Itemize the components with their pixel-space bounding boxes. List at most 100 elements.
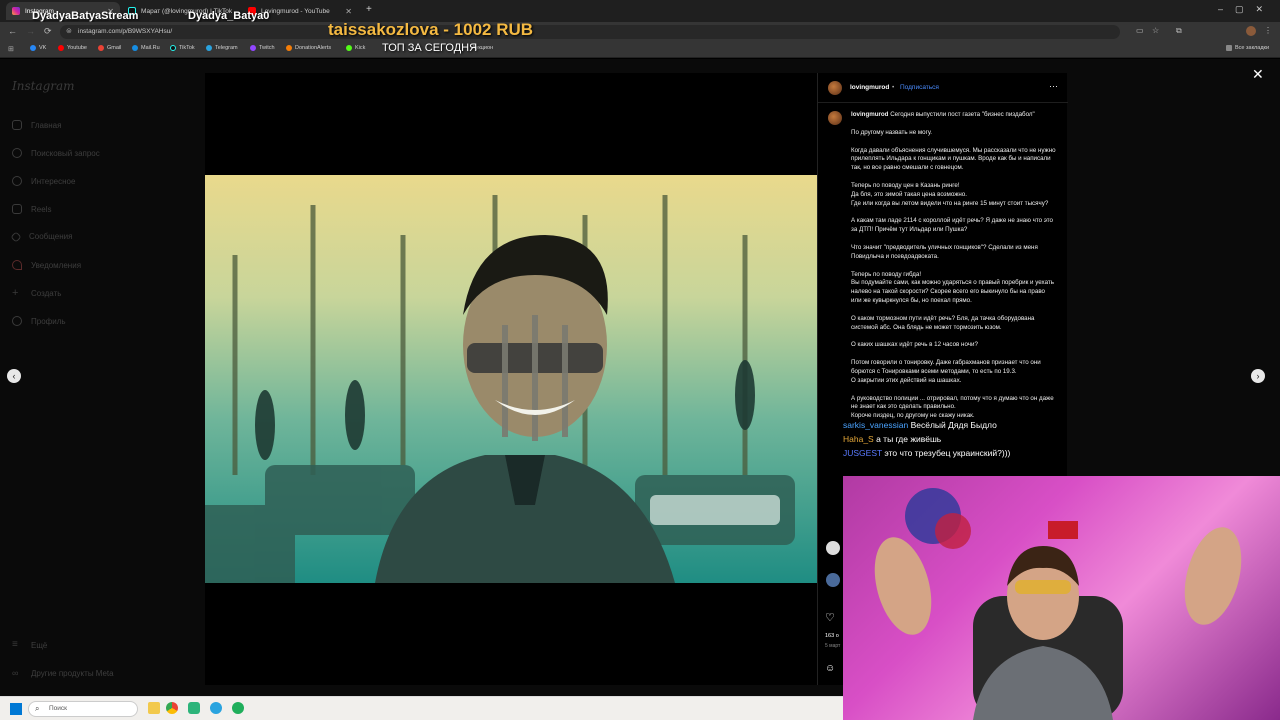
forward-icon[interactable]: → bbox=[26, 26, 35, 36]
profile-avatar[interactable] bbox=[1246, 26, 1256, 36]
nav-search[interactable]: Поисковый запрос bbox=[12, 148, 100, 158]
more-options-icon[interactable]: ··· bbox=[1049, 81, 1058, 91]
bookmark-youtube[interactable]: Youtube bbox=[58, 45, 87, 51]
streamer-webcam bbox=[843, 476, 1280, 720]
webcam-artwork bbox=[874, 488, 1242, 720]
caption-paragraph: А какам там ладе 2114 с короллой идёт ре… bbox=[851, 217, 1053, 234]
chat-message: JUSGEST это что трезубец украинский?))) bbox=[843, 448, 1011, 458]
tiktok-icon bbox=[170, 45, 176, 51]
post-image-artwork bbox=[205, 195, 795, 583]
taskbar-search-input[interactable]: ⌕ Поиск bbox=[28, 701, 138, 717]
home-icon bbox=[12, 120, 22, 130]
search-icon: ⌕ bbox=[35, 704, 40, 713]
address-bar: ← → ⟳ ⊜ instagram.com/p/B9WSXYAHsu/ ▭ ☆ … bbox=[0, 22, 1280, 42]
like-heart-icon[interactable]: ♡ bbox=[825, 611, 835, 624]
app-icon[interactable] bbox=[188, 702, 200, 714]
follow-button[interactable]: Подписаться bbox=[900, 84, 939, 91]
url-input[interactable]: ⊜ instagram.com/p/B9WSXYAHsu/ bbox=[60, 25, 1120, 39]
bookmark-donationalerts[interactable]: DonationAlerts bbox=[286, 45, 331, 51]
send-icon bbox=[10, 230, 22, 243]
bookmark-vk[interactable]: VK bbox=[30, 45, 46, 51]
nav-messages[interactable]: Сообщения bbox=[10, 230, 72, 243]
twitch-icon bbox=[250, 45, 256, 51]
stream-channel-name-secondary: Dyadya_Batya0 bbox=[188, 10, 270, 22]
post-caption: lovingmurod Сегодня выпустили пост газет… bbox=[851, 111, 1056, 430]
bookmark-kick[interactable]: Kick bbox=[346, 45, 365, 51]
mailru-icon bbox=[132, 45, 138, 51]
caption-paragraph: По другому назвать не могу. bbox=[851, 128, 933, 136]
emoji-icon[interactable]: ☺ bbox=[825, 663, 835, 674]
next-post-button[interactable]: › bbox=[1251, 369, 1265, 383]
nav-meta[interactable]: ∞ Другие продукты Meta bbox=[12, 668, 114, 678]
donation-alert: taissakozlova - 1002 RUB bbox=[328, 20, 534, 39]
bookmark-tiktok[interactable]: TikTok bbox=[170, 45, 195, 51]
nav-reels[interactable]: Reels bbox=[12, 204, 51, 214]
donationalerts-icon bbox=[286, 45, 292, 51]
telegram-icon bbox=[206, 45, 212, 51]
gmail-icon bbox=[98, 45, 104, 51]
telegram-icon[interactable] bbox=[210, 702, 222, 714]
menu-icon[interactable]: ⋮ bbox=[1264, 26, 1272, 35]
profile-icon bbox=[12, 316, 22, 326]
windows-taskbar: ⌕ Поиск bbox=[0, 696, 843, 720]
author-username[interactable]: lovingmurod bbox=[850, 84, 889, 91]
nav-home[interactable]: Главная bbox=[12, 120, 61, 130]
bookmark-twitch[interactable]: Twitch bbox=[250, 45, 275, 51]
bookmark-mailru[interactable]: Mail.Ru bbox=[132, 45, 160, 51]
instagram-logo[interactable]: Instagram bbox=[12, 79, 75, 93]
back-icon[interactable]: ← bbox=[8, 26, 17, 36]
search-icon bbox=[12, 148, 22, 158]
reels-icon bbox=[12, 204, 22, 214]
chrome-icon[interactable] bbox=[166, 702, 178, 714]
nav-notifications[interactable]: Уведомления bbox=[12, 260, 81, 270]
nav-create[interactable]: + Создать bbox=[12, 287, 61, 299]
windows-start-icon[interactable] bbox=[10, 703, 22, 715]
nav-more[interactable]: ≡ Ещё bbox=[12, 640, 47, 650]
close-modal-icon[interactable]: ✕ bbox=[1252, 66, 1264, 83]
file-explorer-icon[interactable] bbox=[148, 702, 160, 714]
caption-paragraph: Теперь по поводу гибда! Вы подумайте сам… bbox=[851, 270, 1054, 304]
reload-icon[interactable]: ⟳ bbox=[44, 26, 52, 37]
compass-icon bbox=[12, 176, 22, 186]
apps-icon[interactable]: ⊞ bbox=[8, 45, 14, 53]
site-info-icon[interactable]: ⊜ bbox=[66, 25, 72, 39]
caption-paragraph: Потом говорили о тонировку. Даже габрахм… bbox=[851, 359, 1041, 384]
caption-paragraph: О каких шашках идёт речь в 12 часов ночи… bbox=[851, 341, 978, 349]
caption-paragraph: А руководство полиции ... отрировал, пот… bbox=[851, 394, 1054, 420]
post-photo[interactable] bbox=[205, 175, 817, 583]
likes-count: 163 о bbox=[825, 633, 839, 639]
nav-explore[interactable]: Интересное bbox=[12, 176, 75, 186]
window-controls[interactable]: –▢✕ bbox=[1218, 4, 1275, 15]
caption-paragraph: Когда давали объяснения случившемуся. Мы… bbox=[851, 146, 1056, 172]
author-avatar[interactable] bbox=[828, 81, 842, 95]
caption-avatar[interactable] bbox=[828, 111, 842, 125]
star-icon[interactable]: ☆ bbox=[1152, 26, 1159, 35]
close-tab-icon[interactable]: ✕ bbox=[345, 7, 352, 16]
app-icon[interactable] bbox=[232, 702, 244, 714]
top-today-label: ТОП ЗА СЕГОДНЯ bbox=[382, 42, 478, 54]
extensions-icon[interactable]: ⧉ bbox=[1176, 26, 1182, 36]
post-media-area[interactable] bbox=[205, 73, 817, 685]
bookmarks-bar: ⊞ VK Youtube Gmail Mail.Ru TikTok Telegr… bbox=[0, 42, 1280, 58]
commenter-avatar[interactable] bbox=[826, 541, 840, 555]
bookmark-telegram[interactable]: Telegram bbox=[206, 45, 238, 51]
bookmark-gmail[interactable]: Gmail bbox=[98, 45, 121, 51]
hamburger-icon: ≡ bbox=[12, 639, 18, 650]
dot-separator: • bbox=[892, 84, 895, 91]
post-date: 5 март bbox=[825, 643, 841, 649]
chat-message: sarkis_vanessian Весёлый Дядя Быдло bbox=[843, 420, 997, 430]
plus-icon: + bbox=[12, 287, 19, 299]
caption-username[interactable]: lovingmurod bbox=[851, 111, 888, 118]
meta-icon: ∞ bbox=[12, 668, 19, 678]
new-tab-button[interactable]: + bbox=[366, 4, 372, 15]
bookmark-all[interactable]: Все закладки bbox=[1226, 45, 1269, 51]
stream-channel-name: DyadyaBatyaStream bbox=[32, 10, 139, 22]
chat-message: Haha_S а ты где живёшь bbox=[843, 434, 942, 444]
youtube-icon bbox=[58, 45, 64, 51]
cast-icon[interactable]: ▭ bbox=[1136, 26, 1144, 35]
stream-chat-overlay: sarkis_vanessian Весёлый Дядя Быдло Haha… bbox=[843, 420, 1123, 462]
prev-post-button[interactable]: ‹ bbox=[7, 369, 21, 383]
nav-profile[interactable]: Профиль bbox=[12, 316, 66, 326]
instagram-icon bbox=[12, 7, 20, 15]
commenter-avatar[interactable] bbox=[826, 573, 840, 587]
